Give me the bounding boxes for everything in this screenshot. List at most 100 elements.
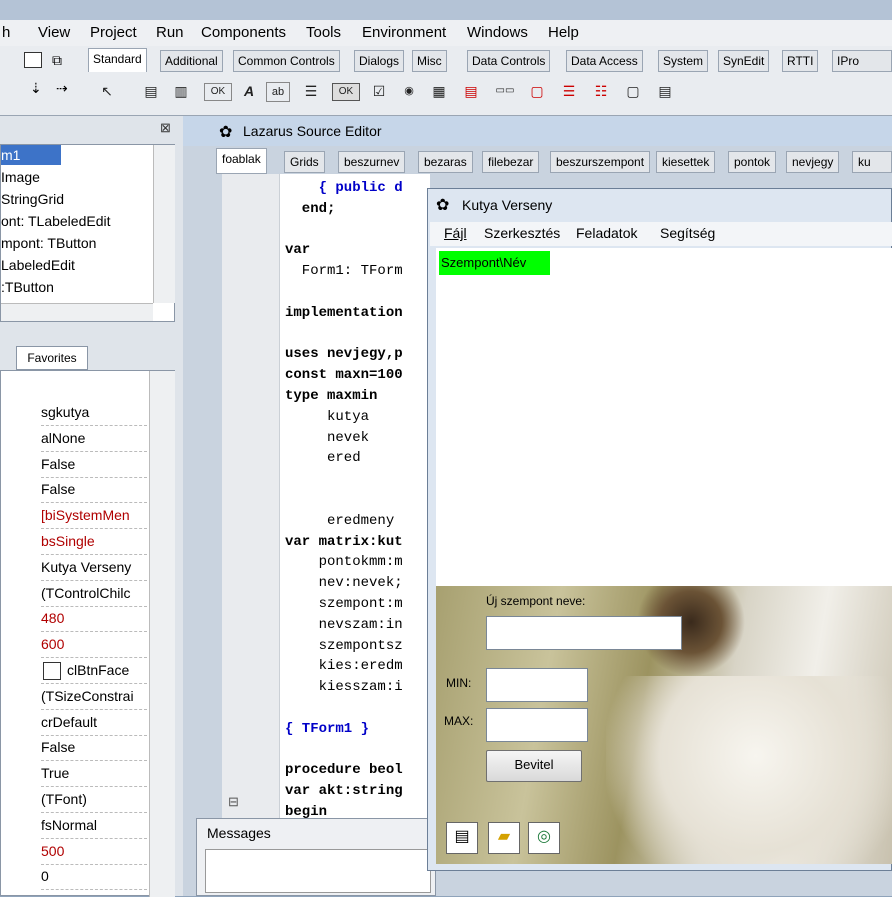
menu-components[interactable]: Components <box>201 24 286 41</box>
tree-item[interactable]: LabeledEdit <box>1 255 75 275</box>
property-value[interactable]: [biSystemMen <box>41 502 147 530</box>
fold-icon[interactable]: ⊟ <box>228 794 239 810</box>
button-ok-icon[interactable]: OK <box>204 83 232 101</box>
property-value[interactable]: (TFont) <box>41 786 147 813</box>
tab-additional[interactable]: Additional <box>160 50 223 72</box>
code-line: { public d <box>285 180 403 196</box>
property-value[interactable]: bsSingle <box>41 528 147 555</box>
property-value[interactable]: 600 <box>41 631 147 659</box>
new-criterion-input[interactable] <box>486 616 682 650</box>
tab-filebezar[interactable]: filebezar <box>482 151 540 173</box>
disc-icon[interactable]: ◎ <box>528 822 560 854</box>
tab-favorites[interactable]: Favorites <box>16 346 88 370</box>
panel-icon[interactable]: ▢ <box>622 80 644 102</box>
tab-beszurszempont[interactable]: beszurszempont <box>550 151 651 173</box>
popup-menu-icon[interactable]: ▥ <box>170 80 192 102</box>
menu-search[interactable]: h <box>2 24 10 41</box>
checkgroup-icon[interactable]: ☷ <box>590 80 612 102</box>
tree-item[interactable]: StringGrid <box>1 189 64 209</box>
property-value[interactable]: sgkutya <box>41 399 147 426</box>
tree-hscrollbar[interactable] <box>1 303 153 321</box>
tab-dialogs[interactable]: Dialogs <box>354 50 405 72</box>
grid-header-cell[interactable]: Szempont\Név <box>439 251 550 275</box>
tab-data-controls[interactable]: Data Controls <box>467 50 551 72</box>
main-menu-icon[interactable]: ▤ <box>140 80 162 102</box>
property-value-text: False <box>41 455 76 472</box>
tab-common-controls[interactable]: Common Controls <box>233 50 340 72</box>
folder-icon[interactable]: ▰ <box>488 822 520 854</box>
tab-kiesettek[interactable]: kiesettek <box>656 151 716 173</box>
property-value[interactable]: 0 <box>41 863 147 891</box>
menu-project[interactable]: Project <box>90 24 137 41</box>
menu-fajl[interactable]: Fájl <box>444 225 467 241</box>
note-icon[interactable]: ▤ <box>446 822 478 854</box>
pointer-icon[interactable]: ↖ <box>96 80 118 102</box>
step-over-icon[interactable]: ⇢ <box>56 80 68 97</box>
memo-icon[interactable]: ☰ <box>300 80 322 102</box>
tab-nevjegy[interactable]: nevjegy <box>786 151 840 173</box>
code-line: type maxmin <box>285 388 378 404</box>
property-value[interactable]: alNone <box>41 425 147 452</box>
bevitel-button[interactable]: Bevitel <box>486 750 582 782</box>
max-input[interactable] <box>486 708 588 742</box>
tree-scrollbar[interactable] <box>153 145 175 303</box>
messages-list[interactable] <box>205 849 431 893</box>
tab-misc[interactable]: Misc <box>412 50 447 72</box>
tree-item[interactable]: ont: TLabeledEdit <box>1 211 111 231</box>
property-value[interactable]: (TControlChilc <box>41 580 147 607</box>
props-scrollbar[interactable] <box>149 371 175 897</box>
step-into-icon[interactable]: ⇣ <box>30 80 42 97</box>
min-input[interactable] <box>486 668 588 702</box>
frame-icon[interactable]: ▤ <box>654 80 676 102</box>
source-editor-titlebar: ✿ Lazarus Source Editor <box>183 116 892 146</box>
new-form-icon[interactable] <box>24 52 42 68</box>
menu-environment[interactable]: Environment <box>362 24 446 41</box>
tree-item[interactable]: mpont: TButton <box>1 233 96 253</box>
menu-szerkesztes[interactable]: Szerkesztés <box>484 225 560 241</box>
radiogroup-icon[interactable]: ☰ <box>558 80 580 102</box>
tab-beszurnev[interactable]: beszurnev <box>338 151 406 173</box>
tab-standard[interactable]: Standard <box>88 48 147 72</box>
tree-item[interactable]: :TButton <box>1 277 54 297</box>
property-value[interactable]: crDefault <box>41 709 147 736</box>
tab-pontok[interactable]: pontok <box>728 151 777 173</box>
tab-grids[interactable]: Grids <box>284 151 325 173</box>
menu-segitseg[interactable]: Segítség <box>660 225 715 241</box>
property-value[interactable]: False <box>41 451 147 478</box>
tab-foablak[interactable]: foablak <box>216 148 267 174</box>
combobox-icon[interactable]: ▤ <box>460 80 482 102</box>
close-icon[interactable]: ⊠ <box>160 120 171 136</box>
tree-item[interactable]: m1 <box>1 145 61 165</box>
property-value[interactable]: Kutya Verseny <box>41 554 147 581</box>
menu-tools[interactable]: Tools <box>306 24 341 41</box>
listbox-icon[interactable]: ▦ <box>428 80 450 102</box>
new-unit-icon[interactable]: ⧉ <box>52 52 72 70</box>
tree-item[interactable]: Image <box>1 167 40 187</box>
window-title: Kutya Verseny <box>462 197 553 213</box>
menu-run[interactable]: Run <box>156 24 184 41</box>
property-value[interactable]: False <box>41 476 147 504</box>
menu-view[interactable]: View <box>38 24 70 41</box>
tab-ku[interactable]: ku <box>852 151 892 173</box>
edit-icon[interactable]: ab <box>266 82 290 102</box>
toggle-ok-icon[interactable]: OK <box>332 83 360 101</box>
groupbox-icon[interactable]: ▢ <box>526 80 548 102</box>
radio-icon[interactable]: ◉ <box>398 80 420 102</box>
property-value[interactable]: 480 <box>41 605 147 633</box>
tab-data-access[interactable]: Data Access <box>566 50 643 72</box>
label-icon[interactable]: A <box>238 80 260 102</box>
checkbox-icon[interactable]: ☑ <box>368 80 390 102</box>
property-value[interactable]: clBtnFace <box>41 657 147 684</box>
property-value[interactable]: (TSizeConstrai <box>41 683 147 710</box>
menu-feladatok[interactable]: Feladatok <box>576 225 637 241</box>
menu-windows[interactable]: Windows <box>467 24 528 41</box>
menu-help[interactable]: Help <box>548 24 579 41</box>
property-value[interactable]: True <box>41 760 147 788</box>
scrollbar-icon[interactable]: ▭▭ <box>494 80 516 102</box>
tab-bezaras[interactable]: bezaras <box>418 151 473 173</box>
string-grid[interactable]: Szempont\Név <box>436 248 892 586</box>
code-area[interactable]: { public d end; var Form1: TForm implement… <box>280 174 430 896</box>
property-value[interactable]: fsNormal <box>41 812 147 839</box>
property-value[interactable]: False <box>41 734 147 762</box>
property-value[interactable]: 500 <box>41 838 147 865</box>
